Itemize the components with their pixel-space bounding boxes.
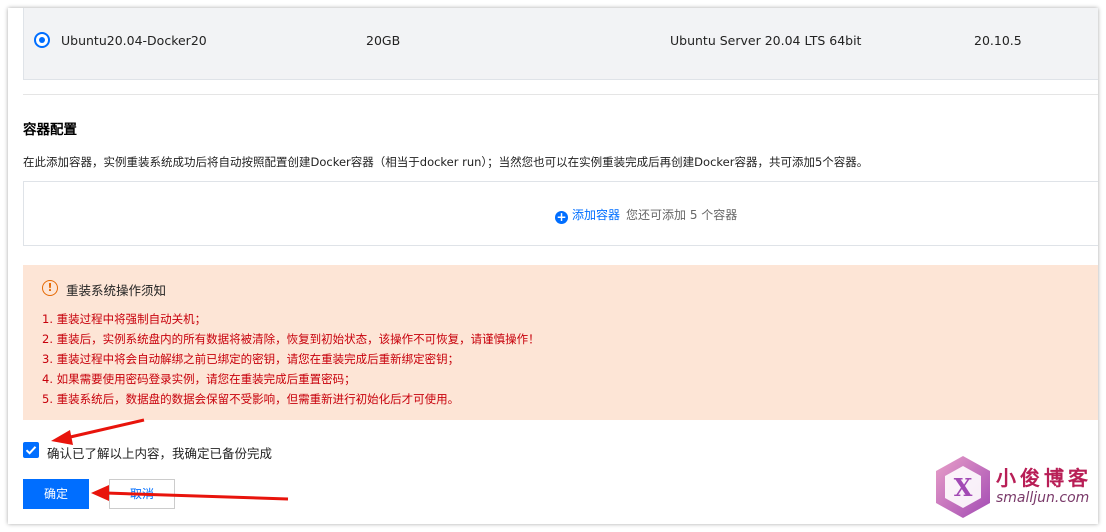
- watermark-cn: 小俊博客: [996, 466, 1092, 490]
- arrow-to-checkbox: [51, 418, 145, 445]
- warning-icon: !: [42, 280, 58, 296]
- image-os: Ubuntu Server 20.04 LTS 64bit: [670, 33, 862, 48]
- add-container-hint: 您还可添加 5 个容器: [626, 208, 738, 222]
- reinstall-dialog: Ubuntu20.04-Docker20 20GB Ubuntu Server …: [8, 8, 1098, 524]
- confirm-backup-checkbox[interactable]: [23, 442, 39, 458]
- image-name: Ubuntu20.04-Docker20: [61, 33, 207, 48]
- notice-item: 1. 重装过程中将强制自动关机；: [42, 312, 207, 326]
- checkmark-icon: [25, 446, 37, 455]
- notice-item: 4. 如果需要使用密码登录实例，请您在重装完成后重置密码；: [42, 372, 356, 386]
- notice-item: 2. 重装后，实例系统盘内的所有数据将被清除，恢复到初始状态，该操作不可恢复，请…: [42, 332, 540, 346]
- notice-list: 1. 重装过程中将强制自动关机； 2. 重装后，实例系统盘内的所有数据将被清除，…: [42, 309, 540, 409]
- add-container-link[interactable]: 添加容器: [572, 208, 620, 222]
- plus-circle-icon[interactable]: +: [555, 211, 568, 224]
- watermark-en: smalljun.com: [996, 490, 1090, 506]
- image-size: 20GB: [366, 33, 401, 48]
- container-config-description: 在此添加容器，实例重装系统成功后将自动按照配置创建Docker容器（相当于doc…: [23, 155, 869, 169]
- notice-item: 3. 重装过程中将会自动解绑之前已绑定的密钥，请您在重装完成后重新绑定密钥；: [42, 352, 460, 366]
- selected-image-row[interactable]: Ubuntu20.04-Docker20 20GB Ubuntu Server …: [23, 8, 1098, 80]
- reinstall-notice: ! 重装系统操作须知 1. 重装过程中将强制自动关机； 2. 重装后，实例系统盘…: [23, 265, 1098, 420]
- notice-title: 重装系统操作须知: [66, 283, 167, 298]
- container-config-title: 容器配置: [23, 122, 77, 138]
- add-container-area: + 添加容器 您还可添加 5 个容器: [555, 206, 737, 224]
- logo-letter: X: [954, 473, 973, 502]
- container-list-box: + 添加容器 您还可添加 5 个容器: [23, 181, 1098, 246]
- notice-item: 5. 重装系统后，数据盘的数据会保留不受影响，但需重新进行初始化后才可使用。: [42, 392, 460, 406]
- blog-logo-icon: X: [936, 456, 990, 518]
- image-radio-selected[interactable]: [34, 32, 50, 48]
- confirm-button[interactable]: 确定: [23, 479, 89, 509]
- section-divider: [23, 94, 1098, 95]
- image-version: 20.10.5: [974, 33, 1022, 48]
- cancel-button[interactable]: 取消: [109, 479, 175, 509]
- confirm-backup-label[interactable]: 确认已了解以上内容，我确定已备份完成: [47, 443, 272, 462]
